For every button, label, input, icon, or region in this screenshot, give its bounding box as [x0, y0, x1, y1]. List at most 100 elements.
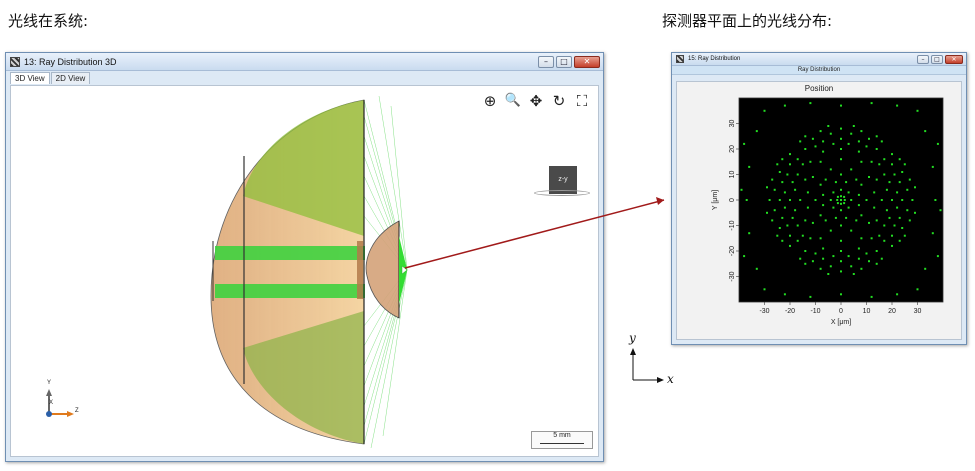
x-tick-label: -30 [759, 308, 769, 315]
view-cube-ring[interactable] [534, 190, 590, 196]
3d-viewport[interactable]: Y X Z ⊕ 🔍 ✥ ↻ ⛶ z-y 5 mm [10, 85, 599, 457]
ray-distribution-3d-window: 13: Ray Distribution 3D – □ ✕ 3D View 2D… [5, 52, 604, 462]
data-point [857, 257, 860, 260]
data-point [850, 199, 853, 201]
pan-icon[interactable]: ✥ [527, 92, 545, 110]
detector-close-button[interactable]: ✕ [945, 54, 963, 64]
data-point [896, 293, 899, 296]
data-point [819, 214, 822, 217]
x-tick-label: 10 [863, 308, 871, 315]
data-point [791, 181, 794, 184]
zoom-icon[interactable]: 🔍 [504, 92, 522, 110]
data-point [771, 219, 774, 222]
tab-2d-view[interactable]: 2D View [50, 72, 91, 84]
minimize-button[interactable]: – [538, 55, 554, 68]
data-point [901, 199, 904, 201]
data-point [845, 216, 848, 219]
data-point [906, 188, 909, 191]
data-point [840, 260, 842, 263]
data-point [789, 234, 791, 237]
data-point [870, 102, 873, 105]
detector-plot-pane[interactable]: Position -30 -20 -10 0 10 20 30 30 20 10 0 -10 -20 -3… [676, 81, 962, 340]
data-point [819, 160, 822, 163]
data-point [796, 158, 799, 161]
data-point [860, 160, 863, 163]
data-point [811, 137, 814, 140]
y-tick-label: -10 [729, 220, 736, 230]
detector-maximize-button[interactable]: □ [931, 54, 943, 64]
data-point [852, 273, 855, 275]
data-point [804, 219, 807, 222]
data-point [896, 104, 899, 107]
data-point [870, 295, 873, 298]
data-point [781, 216, 784, 219]
data-point [898, 158, 901, 161]
data-point [843, 199, 846, 201]
x-tick-label: 20 [888, 308, 896, 315]
data-point [903, 163, 906, 166]
x-tick-label: -20 [785, 308, 795, 315]
fit-view-icon[interactable]: ⛶ [573, 92, 591, 110]
data-point [875, 178, 878, 181]
data-point [860, 214, 863, 217]
scatter-plot: -30 -20 -10 0 10 20 30 30 20 10 0 -10 -20 -30 X [μm] Y … [712, 97, 944, 326]
view-cube[interactable]: z-y [532, 166, 592, 206]
data-point [850, 229, 853, 232]
tab-3d-view[interactable]: 3D View [10, 72, 50, 84]
data-point [819, 237, 822, 240]
data-point [789, 163, 791, 166]
data-point [804, 250, 807, 252]
data-point [840, 158, 842, 161]
beam-upper [215, 246, 365, 260]
data-point [878, 163, 881, 166]
close-button[interactable]: ✕ [574, 55, 600, 68]
data-point [873, 206, 876, 209]
data-point [801, 163, 804, 166]
data-point [880, 199, 883, 201]
data-point [799, 257, 802, 260]
data-point [893, 173, 896, 176]
data-point [783, 206, 786, 209]
data-point [836, 199, 839, 201]
data-point [827, 125, 830, 127]
title-bar[interactable]: 13: Ray Distribution 3D – □ ✕ [6, 53, 603, 71]
detector-minimize-button[interactable]: – [917, 54, 929, 64]
data-point [829, 168, 832, 171]
data-point [781, 239, 784, 242]
data-point [811, 221, 814, 224]
data-point [868, 221, 870, 224]
maximize-button[interactable]: □ [556, 55, 572, 68]
detector-app-icon [676, 55, 684, 63]
data-point [814, 145, 817, 148]
rotate-icon[interactable]: ↻ [550, 92, 568, 110]
data-point [934, 199, 937, 201]
data-point [883, 158, 886, 161]
data-point [840, 270, 842, 273]
data-point [898, 216, 901, 219]
data-point [865, 199, 868, 201]
zoom-window-icon[interactable]: ⊕ [481, 92, 499, 110]
data-point [857, 140, 860, 143]
y-tick-label: 20 [729, 145, 736, 153]
data-point [840, 202, 842, 205]
data-point [860, 130, 863, 133]
data-point [840, 173, 842, 176]
data-point [896, 206, 899, 209]
detector-title-bar[interactable]: 15: Ray Distribution – □ ✕ [672, 53, 966, 66]
data-point [901, 227, 904, 229]
data-point [885, 209, 888, 212]
data-point [865, 145, 868, 148]
data-point [840, 104, 842, 107]
data-point [896, 191, 899, 194]
x-tick-label: -10 [810, 308, 820, 315]
data-point [783, 104, 786, 107]
axis-y-glyph: y [629, 331, 636, 345]
data-point [906, 209, 909, 212]
data-point [778, 199, 781, 201]
data-point [901, 171, 904, 173]
data-point [875, 148, 878, 150]
data-point [875, 219, 878, 222]
y-axis-label: Y [μm] [712, 190, 719, 210]
detector-subheader: Ray Distribution [672, 66, 966, 75]
data-point [939, 209, 942, 212]
